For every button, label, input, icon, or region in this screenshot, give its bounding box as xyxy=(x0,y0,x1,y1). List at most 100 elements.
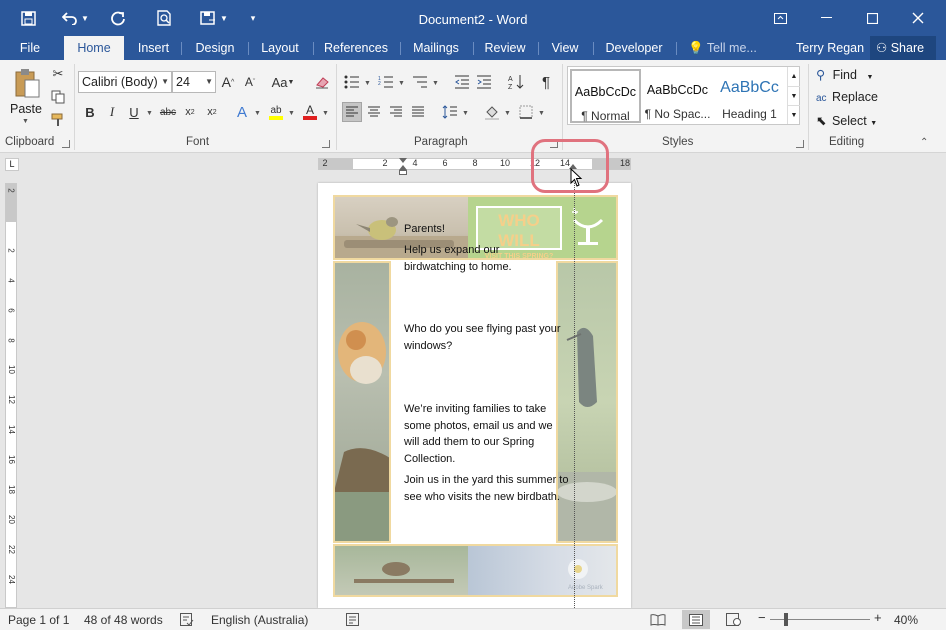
first-line-indent-marker[interactable] xyxy=(399,158,407,163)
copy-icon[interactable] xyxy=(48,87,68,107)
find-button[interactable]: ⚲ Find ▼ xyxy=(816,67,873,82)
cut-icon[interactable]: ✂ xyxy=(48,64,68,84)
align-right-icon[interactable] xyxy=(386,102,406,122)
text-effects-dropdown-icon[interactable]: ▼ xyxy=(254,110,261,117)
macro-recording-icon[interactable] xyxy=(346,613,360,629)
style-normal[interactable]: AaBbCcDc ¶ Normal xyxy=(570,69,641,123)
multilevel-list-icon[interactable] xyxy=(410,72,430,92)
styles-launcher-icon[interactable] xyxy=(796,140,804,148)
shading-icon[interactable] xyxy=(482,102,502,122)
web-layout-icon[interactable] xyxy=(726,613,742,629)
font-color-icon[interactable]: A xyxy=(300,102,320,122)
clear-formatting-icon[interactable] xyxy=(312,72,332,92)
styles-gallery[interactable]: AaBbCcDc ¶ Normal AaBbCcDc ¶ No Spac... … xyxy=(567,66,800,125)
styles-scroll-up-icon[interactable]: ▲ xyxy=(787,67,800,86)
tab-mailings[interactable]: Mailings xyxy=(405,36,467,60)
underline-dropdown-icon[interactable]: ▼ xyxy=(146,110,153,117)
print-layout-icon[interactable] xyxy=(682,610,710,629)
word-count[interactable]: 48 of 48 words xyxy=(84,613,163,627)
zoom-level[interactable]: 40% xyxy=(894,613,918,627)
close-icon[interactable] xyxy=(895,0,941,36)
align-center-icon[interactable] xyxy=(364,102,384,122)
zoom-out-icon[interactable]: − xyxy=(758,610,766,625)
document-page[interactable]: WHO WILL VISIT THIS SPRING? Adobe Spark … xyxy=(318,183,631,608)
underline-icon[interactable]: U xyxy=(124,102,144,122)
tab-view[interactable]: View xyxy=(543,36,587,60)
read-mode-icon[interactable] xyxy=(650,613,666,629)
bold-icon[interactable]: B xyxy=(80,102,100,122)
sort-icon[interactable]: AZ xyxy=(506,72,526,92)
paragraph-4[interactable]: We’re inviting families to take some pho… xyxy=(404,401,564,467)
ruler-toggle-icon[interactable]: L xyxy=(5,158,19,171)
line-spacing-dropdown-icon[interactable]: ▼ xyxy=(462,110,469,117)
shading-dropdown-icon[interactable]: ▼ xyxy=(504,110,511,117)
line-spacing-icon[interactable] xyxy=(440,102,460,122)
select-button[interactable]: ⬉ Select ▼ xyxy=(816,113,877,128)
ribbon-display-options-icon[interactable] xyxy=(757,0,803,36)
increase-indent-icon[interactable] xyxy=(474,72,494,92)
tell-me-box[interactable]: 💡 Tell me... xyxy=(688,36,768,60)
strikethrough-icon[interactable]: abc xyxy=(158,102,178,122)
highlight-color-icon[interactable]: ab xyxy=(266,102,286,122)
maximize-icon[interactable] xyxy=(849,0,895,36)
tab-design[interactable]: Design xyxy=(186,36,244,60)
clipboard-launcher-icon[interactable] xyxy=(62,140,70,148)
paragraph-2[interactable]: Help us expand our birdwatching to home. xyxy=(404,242,524,275)
tab-file[interactable]: File xyxy=(10,36,50,60)
multilevel-dropdown-icon[interactable]: ▼ xyxy=(432,80,439,87)
grow-font-icon[interactable]: A ^ xyxy=(218,72,238,92)
paragraph-5[interactable]: Join us in the yard this summer to see w… xyxy=(404,472,570,505)
borders-icon[interactable] xyxy=(516,102,536,122)
align-left-icon[interactable] xyxy=(342,102,362,122)
shrink-font-icon[interactable]: Aˇ xyxy=(240,72,260,92)
bullets-dropdown-icon[interactable]: ▼ xyxy=(364,80,371,87)
paste-button[interactable]: Paste ▼ xyxy=(8,64,46,125)
change-case-icon[interactable]: Aa ▼ xyxy=(270,72,296,92)
paragraph-1[interactable]: Parents! xyxy=(404,221,554,238)
italic-icon[interactable]: I xyxy=(102,102,122,122)
replace-button[interactable]: ac Replace xyxy=(816,90,878,104)
tab-layout[interactable]: Layout xyxy=(253,36,307,60)
share-button[interactable]: ⚇ Share xyxy=(870,36,936,60)
text-effects-icon[interactable]: A xyxy=(232,102,252,122)
style-no-spacing[interactable]: AaBbCcDc ¶ No Spac... xyxy=(642,69,713,123)
zoom-in-icon[interactable]: + xyxy=(874,610,882,625)
paragraph-3[interactable]: Who do you see flying past your windows? xyxy=(404,321,574,354)
vertical-ruler[interactable]: 2 2 4 6 8 10 12 14 16 18 20 22 24 xyxy=(5,183,17,608)
numbering-dropdown-icon[interactable]: ▼ xyxy=(398,80,405,87)
styles-scroll-down-icon[interactable]: ▼ xyxy=(787,86,800,105)
zoom-slider-thumb[interactable] xyxy=(784,613,788,626)
collapse-ribbon-icon[interactable]: ⌃ xyxy=(920,137,928,148)
justify-icon[interactable] xyxy=(408,102,428,122)
minimize-icon[interactable] xyxy=(803,0,849,36)
page-count[interactable]: Page 1 of 1 xyxy=(8,613,69,627)
subscript-icon[interactable]: x2 xyxy=(180,102,200,122)
format-painter-icon[interactable] xyxy=(48,110,68,130)
decrease-indent-icon[interactable] xyxy=(452,72,472,92)
left-indent-marker[interactable] xyxy=(399,170,407,175)
tab-review[interactable]: Review xyxy=(478,36,532,60)
bullets-icon[interactable] xyxy=(342,72,362,92)
tab-home[interactable]: Home xyxy=(64,36,124,61)
font-size-box[interactable]: 24 ▼ xyxy=(172,71,216,93)
tab-developer[interactable]: Developer xyxy=(598,36,670,60)
proofing-icon[interactable] xyxy=(180,613,194,629)
paste-dropdown-icon[interactable]: ▼ xyxy=(22,118,29,125)
styles-more-icon[interactable]: ▼ xyxy=(787,105,800,124)
tab-references[interactable]: References xyxy=(318,36,394,60)
select-dropdown-icon[interactable]: ▼ xyxy=(870,120,877,127)
numbering-icon[interactable]: 12 xyxy=(376,72,396,92)
user-name[interactable]: Terry Regan xyxy=(796,36,864,60)
font-size-dropdown-icon[interactable]: ▼ xyxy=(205,72,213,92)
tab-insert[interactable]: Insert xyxy=(130,36,177,60)
language[interactable]: English (Australia) xyxy=(211,613,308,627)
font-color-dropdown-icon[interactable]: ▼ xyxy=(322,110,329,117)
style-heading-1[interactable]: AaBbCc Heading 1 xyxy=(714,69,785,123)
font-launcher-icon[interactable] xyxy=(322,140,330,148)
superscript-icon[interactable]: x2 xyxy=(202,102,222,122)
font-name-dropdown-icon[interactable]: ▼ xyxy=(161,72,169,92)
borders-dropdown-icon[interactable]: ▼ xyxy=(538,110,545,117)
font-name-box[interactable]: Calibri (Body) ▼ xyxy=(78,71,172,93)
show-formatting-marks-icon[interactable]: ¶ xyxy=(536,72,556,92)
find-dropdown-icon[interactable]: ▼ xyxy=(866,74,873,81)
